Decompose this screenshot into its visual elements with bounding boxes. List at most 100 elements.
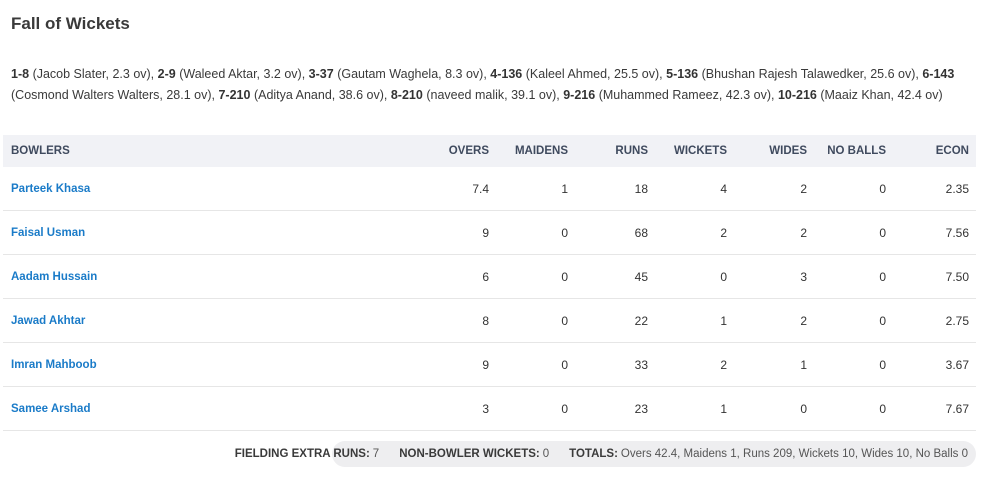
- cell-wides: 2: [800, 313, 807, 328]
- cell-runs: 45: [634, 269, 648, 284]
- wicket-score: 7-210: [218, 87, 251, 102]
- cell-wides: 2: [800, 225, 807, 240]
- cell-runs: 33: [634, 357, 648, 372]
- cell-no-balls: 0: [879, 313, 886, 328]
- fielding-extra-runs: FIELDING EXTRA RUNS: 7: [234, 448, 380, 460]
- bowler-name-link[interactable]: Samee Arshad: [3, 403, 343, 415]
- wicket-detail: (Jacob Slater, 2.3 ov),: [32, 67, 155, 81]
- cell-overs: 3: [482, 401, 489, 416]
- wicket-entry: 1-8 (Jacob Slater, 2.3 ov),: [11, 67, 154, 81]
- non-bowler-wickets: NON-BOWLER WICKETS: 0: [399, 448, 550, 460]
- wicket-detail: (naveed malik, 39.1 ov),: [426, 87, 560, 102]
- table-row: Samee Arshad 3 0 23 1 0 0 7.67: [3, 387, 976, 431]
- cell-wickets: 2: [720, 357, 727, 372]
- wicket-entry: 4-136 (Kaleel Ahmed, 25.5 ov),: [490, 67, 662, 81]
- wicket-entry: 9-216 (Muhammed Rameez, 42.3 ov),: [563, 88, 774, 102]
- wicket-score: 8-210: [390, 87, 423, 102]
- totals: TOTALS: Overs 42.4, Maidens 1, Runs 209, …: [569, 448, 968, 460]
- cell-runs: 18: [634, 181, 648, 196]
- cell-maidens: 0: [561, 269, 568, 284]
- wicket-entry: 2-9 (Waleed Aktar, 3.2 ov),: [158, 67, 306, 81]
- header-no-balls: NO BALLS: [827, 145, 886, 157]
- table-body: Parteek Khasa 7.4 1 18 4 2 0 2.35 Faisal Usman 9 0…: [3, 167, 976, 431]
- wicket-detail: (Maaiz Khan, 42.4 ov): [820, 87, 943, 102]
- wicket-entry: 7-210 (Aditya Anand, 38.6 ov),: [218, 88, 387, 102]
- table-row: Jawad Akhtar 8 0 22 1 2 0 2.75: [3, 299, 976, 343]
- wicket-detail: (Kaleel Ahmed, 25.5 ov),: [525, 67, 663, 81]
- wicket-entry: 8-210 (naveed malik, 39.1 ov),: [391, 88, 560, 102]
- cell-econ: 7.67: [945, 401, 969, 416]
- table-row: Faisal Usman 9 0 68 2 2 0 7.56: [3, 211, 976, 255]
- cell-wides: 1: [800, 357, 807, 372]
- cell-overs: 9: [482, 225, 489, 240]
- header-econ: ECON: [935, 145, 969, 157]
- cell-wickets: 2: [720, 225, 727, 240]
- cell-maidens: 0: [561, 225, 568, 240]
- wicket-entry: 5-136 (Bhushan Rajesh Talawedker, 25.6 o…: [666, 67, 919, 81]
- header-wickets: WICKETS: [673, 145, 727, 157]
- cell-no-balls: 0: [879, 225, 886, 240]
- wicket-detail: (Bhushan Rajesh Talawedker, 25.6 ov),: [701, 67, 919, 81]
- cell-wides: 3: [800, 269, 807, 284]
- bowling-table: BOWLERS OVERS MAIDENS RUNS WICKETS WIDES…: [3, 135, 976, 431]
- cell-maidens: 1: [561, 181, 568, 196]
- table-row: Parteek Khasa 7.4 1 18 4 2 0 2.35: [3, 167, 976, 211]
- cell-runs: 68: [634, 225, 648, 240]
- cell-wides: 0: [800, 401, 807, 416]
- cell-wickets: 1: [720, 401, 727, 416]
- header-bowlers: BOWLERS: [11, 145, 70, 157]
- header-wides: WIDES: [769, 145, 807, 157]
- cell-econ: 7.50: [945, 269, 969, 284]
- bowling-summary-bar: FIELDING EXTRA RUNS: 7 NON-BOWLER WICKETS…: [235, 441, 976, 467]
- section-title: Fall of Wickets: [11, 14, 130, 33]
- cell-wickets: 0: [720, 269, 727, 284]
- fall-of-wickets-list: 1-8 (Jacob Slater, 2.3 ov), 2-9 (Waleed …: [11, 64, 976, 105]
- wicket-entry: 10-216 (Maaiz Khan, 42.4 ov): [778, 88, 943, 102]
- table-row: Aadam Hussain 6 0 45 0 3 0 7.50: [3, 255, 976, 299]
- wicket-score: 4-136: [490, 67, 523, 81]
- wicket-detail: (Gautam Waghela, 8.3 ov),: [337, 67, 487, 81]
- wicket-score: 2-9: [157, 67, 176, 81]
- wicket-detail: (Muhammed Rameez, 42.3 ov),: [598, 87, 775, 102]
- header-overs: OVERS: [448, 145, 489, 157]
- cell-maidens: 0: [561, 313, 568, 328]
- header-runs: RUNS: [615, 145, 648, 157]
- wicket-detail: (Aditya Anand, 38.6 ov),: [253, 87, 388, 102]
- cell-maidens: 0: [561, 401, 568, 416]
- cell-econ: 2.35: [945, 181, 969, 196]
- cell-wickets: 4: [720, 181, 727, 196]
- wicket-score: 5-136: [666, 67, 699, 81]
- cell-overs: 9: [482, 357, 489, 372]
- cell-maidens: 0: [561, 357, 568, 372]
- wicket-score: 1-8: [11, 67, 30, 81]
- bowler-name-link[interactable]: Imran Mahboob: [3, 359, 343, 371]
- wicket-score: 10-216: [777, 87, 817, 102]
- table-header: BOWLERS OVERS MAIDENS RUNS WICKETS WIDES…: [3, 135, 976, 167]
- cell-overs: 8: [482, 313, 489, 328]
- cell-no-balls: 0: [879, 269, 886, 284]
- wicket-score: 3-37: [308, 67, 334, 81]
- cell-no-balls: 0: [879, 401, 886, 416]
- table-row: Imran Mahboob 9 0 33 2 1 0 3.67: [3, 343, 976, 387]
- bowler-name-link[interactable]: Aadam Hussain: [3, 271, 343, 283]
- cell-no-balls: 0: [879, 181, 886, 196]
- bowler-name-link[interactable]: Jawad Akhtar: [3, 315, 343, 327]
- header-maidens: MAIDENS: [514, 145, 568, 157]
- cell-wickets: 1: [720, 313, 727, 328]
- cell-econ: 3.67: [945, 357, 969, 372]
- wicket-detail: (Cosmond Walters Walters, 28.1 ov),: [11, 87, 215, 102]
- wicket-score: 6-143: [922, 67, 955, 81]
- cell-overs: 6: [482, 269, 489, 284]
- cell-overs: 7.4: [472, 181, 489, 196]
- cell-no-balls: 0: [879, 357, 886, 372]
- cell-wides: 2: [800, 181, 807, 196]
- wicket-score: 9-216: [563, 87, 596, 102]
- bowler-name-link[interactable]: Faisal Usman: [3, 227, 343, 239]
- cell-econ: 2.75: [945, 313, 969, 328]
- cell-runs: 22: [634, 313, 648, 328]
- bowler-name-link[interactable]: Parteek Khasa: [3, 183, 343, 195]
- cell-econ: 7.56: [945, 225, 969, 240]
- wicket-entry: 3-37 (Gautam Waghela, 8.3 ov),: [309, 67, 487, 81]
- wicket-detail: (Waleed Aktar, 3.2 ov),: [179, 67, 306, 81]
- cell-runs: 23: [634, 401, 648, 416]
